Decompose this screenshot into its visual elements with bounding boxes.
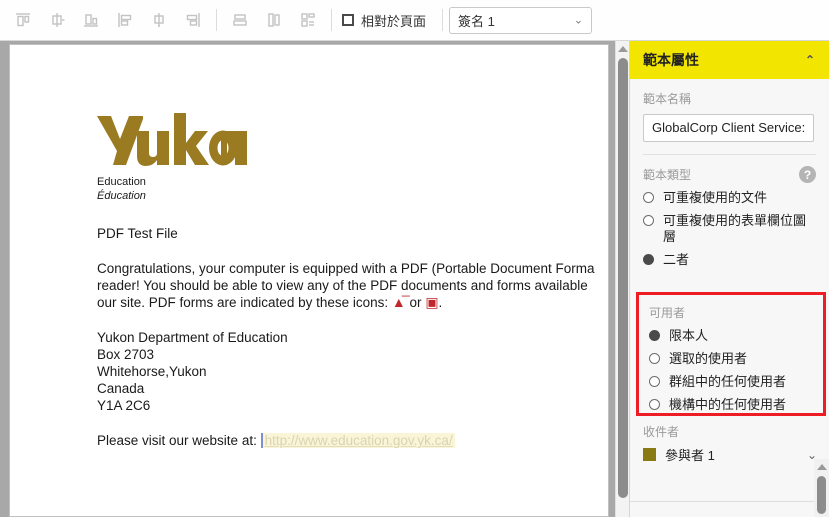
option-label: 群組中的任何使用者 (669, 374, 787, 389)
logo-subtitle-fr: Éducation (97, 190, 146, 202)
radio-selected-icon[interactable] (649, 330, 660, 341)
align-left-icon[interactable] (108, 5, 142, 35)
radio-icon[interactable] (649, 399, 660, 410)
chevron-up-icon[interactable]: ⌃ (805, 53, 815, 67)
panel-scrollbar[interactable] (814, 459, 829, 517)
logo-subtitle-en: Education (97, 176, 146, 188)
radio-icon[interactable] (649, 353, 660, 364)
website-url-field[interactable]: http://www.education.gov.yk.ca/ (260, 433, 455, 448)
available-to-option-selected-users[interactable]: 選取的使用者 (649, 351, 813, 367)
signature-select[interactable]: 簽名 1 ⌄ (449, 6, 593, 34)
website-prefix-label: Please visit our website at: (97, 433, 257, 448)
panel-scroll-up-arrow-icon[interactable] (816, 464, 827, 470)
website-line: Please visit our website at: http://www.… (97, 432, 608, 449)
distribute-grid-icon[interactable] (291, 5, 325, 35)
pdf-page: Education Éducation PDF Test File Congra… (9, 44, 609, 517)
option-label: 二者 (663, 252, 690, 267)
recipient-name: 參與者 1 (665, 448, 715, 463)
option-label: 可重複使用的文件 (663, 190, 768, 205)
panel-header[interactable]: 範本屬性 ⌃ (630, 41, 829, 79)
address-line-1: Yukon Department of Education (97, 330, 288, 345)
available-to-label: 可用者 (649, 306, 686, 320)
document-scroll-thumb[interactable] (618, 58, 628, 498)
available-to-option-any-user-in-org[interactable]: 機構中的任何使用者 (649, 397, 813, 413)
paragraph-line-2: reader! You should be able to view any o… (97, 278, 588, 293)
yukon-logo: Education Éducation (95, 113, 255, 203)
address-line-4: Canada (97, 381, 145, 396)
option-label: 機構中的任何使用者 (669, 397, 787, 412)
pdf-reader-icon: ▲̅ (391, 294, 406, 310)
pdf-form-icon: ▣ (425, 294, 439, 310)
recipient-row[interactable]: 參與者 1 ⌄ (630, 445, 829, 464)
template-type-label: 範本類型 (643, 168, 692, 182)
checkbox-square-icon (342, 14, 354, 26)
available-to-section: 可用者 限本人 選取的使用者 群組中的任何使用者 機構中的任何使用者 (636, 292, 826, 416)
template-type-option-reusable-document[interactable]: 可重複使用的文件 (643, 190, 816, 206)
option-label: 可重複使用的表單欄位圖層 (663, 213, 807, 244)
align-horizontal-center-icon[interactable] (142, 5, 176, 35)
toolbar-divider-1 (216, 9, 217, 31)
template-type-option-both[interactable]: 二者 (643, 252, 816, 268)
radio-icon[interactable] (643, 192, 654, 203)
help-icon[interactable]: ? (799, 166, 816, 183)
document-paragraph: Congratulations, your computer is equipp… (97, 261, 595, 310)
address-block: Yukon Department of Education Box 2703 W… (97, 329, 608, 414)
app-root: 相對於頁面 簽名 1 ⌄ Education Éducation PDF Tes… (0, 0, 829, 517)
template-type-section: 範本類型 ? 可重複使用的文件 可重複使用的表單欄位圖層 二者 (630, 155, 829, 287)
align-right-icon[interactable] (176, 5, 210, 35)
template-properties-panel: 範本屬性 ⌃ 範本名稱 GlobalCorp Client Service: 範… (629, 41, 829, 517)
signature-fields-header[interactable]: 簽名欄位 ⌃ (630, 513, 829, 517)
recipient-color-swatch (643, 448, 656, 461)
panel-scroll-thumb[interactable] (817, 476, 826, 514)
distribute-horizontal-icon[interactable] (257, 5, 291, 35)
scroll-up-arrow-icon[interactable] (617, 46, 628, 52)
template-name-label: 範本名稱 (643, 92, 692, 106)
chevron-down-icon: ⌄ (573, 14, 584, 27)
document-viewport: Education Éducation PDF Test File Congra… (0, 41, 629, 517)
template-type-option-reusable-field-layer[interactable]: 可重複使用的表單欄位圖層 (643, 213, 816, 245)
document-scrollbar[interactable] (615, 41, 629, 517)
toolbar-divider-3 (442, 9, 444, 31)
address-line-3: Whitehorse,Yukon (97, 364, 207, 379)
toolbar-divider-2 (331, 9, 332, 31)
option-label: 選取的使用者 (669, 351, 748, 366)
address-line-5: Y1A 2C6 (97, 398, 151, 413)
align-vertical-center-icon[interactable] (40, 5, 74, 35)
panel-divider-2 (630, 501, 829, 502)
recipients-section: 收件者 參與者 1 ⌄ (630, 423, 829, 464)
panel-title: 範本屬性 (643, 52, 699, 68)
template-name-input[interactable]: GlobalCorp Client Service: (643, 114, 814, 142)
paragraph-line-3: our site. PDF forms are indicated by the… (97, 295, 389, 310)
available-to-option-only-me[interactable]: 限本人 (649, 328, 813, 344)
radio-icon[interactable] (649, 376, 660, 387)
address-line-2: Box 2703 (97, 347, 155, 362)
align-top-icon[interactable] (6, 5, 40, 35)
template-name-section: 範本名稱 GlobalCorp Client Service: (630, 79, 829, 154)
option-label: 限本人 (669, 328, 709, 343)
alignment-toolbar: 相對於頁面 簽名 1 ⌄ (0, 0, 829, 41)
recipients-label: 收件者 (643, 425, 680, 439)
yukon-wordmark-icon (97, 113, 247, 166)
radio-icon[interactable] (643, 215, 654, 226)
icon-separator-label: or (409, 295, 422, 310)
distribute-vertical-icon[interactable] (223, 5, 257, 35)
signature-select-value: 簽名 1 (458, 13, 495, 29)
relative-to-page-checkbox[interactable]: 相對於頁面 (342, 11, 426, 30)
document-title: PDF Test File (97, 226, 178, 241)
document-body: PDF Test File Congratulations, your comp… (97, 225, 608, 449)
available-to-option-any-user-in-group[interactable]: 群組中的任何使用者 (649, 374, 813, 390)
relative-to-page-label: 相對於頁面 (361, 13, 427, 29)
paragraph-line-1: Congratulations, your computer is equipp… (97, 261, 595, 276)
radio-selected-icon[interactable] (643, 254, 654, 265)
align-bottom-icon[interactable] (74, 5, 108, 35)
